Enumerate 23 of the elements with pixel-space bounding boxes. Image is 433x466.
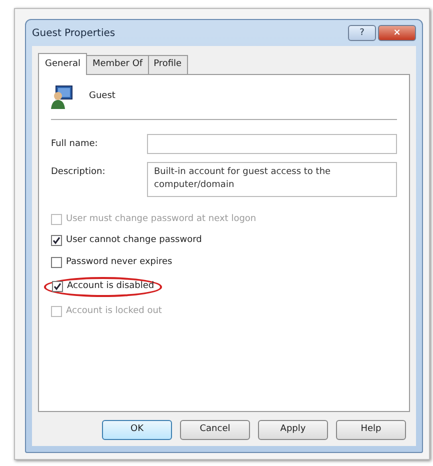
help-button[interactable]: ? xyxy=(348,25,376,41)
checkbox[interactable] xyxy=(52,281,63,292)
checkbox-label: Password never expires xyxy=(66,256,172,268)
field-label: Description: xyxy=(51,166,106,178)
window-title: Guest Properties xyxy=(32,26,116,40)
input-field[interactable] xyxy=(147,134,397,154)
input-field[interactable]: Built-in account for guest access to the computer/domain xyxy=(147,162,397,196)
checkbox-label: Account is disabled xyxy=(67,280,154,293)
tab[interactable]: Member Of xyxy=(86,55,149,74)
tab[interactable]: General xyxy=(38,53,88,74)
checkbox-label: Account is locked out xyxy=(66,304,162,318)
checkbox-label: User must change password at next logon xyxy=(66,212,256,226)
tab[interactable]: Profile xyxy=(148,55,188,74)
user-name: Guest xyxy=(89,90,116,103)
user-icon xyxy=(51,84,73,108)
checkbox[interactable] xyxy=(51,235,62,246)
checkbox[interactable] xyxy=(51,256,62,268)
field-label: Full name: xyxy=(51,138,99,150)
checkbox-label: User cannot change password xyxy=(66,234,202,247)
dialog-button[interactable]: Help xyxy=(336,420,406,440)
dialog-button[interactable]: Cancel xyxy=(180,420,250,440)
dialog-button[interactable]: Apply xyxy=(258,420,328,440)
dialog-button[interactable]: OK xyxy=(102,420,172,440)
